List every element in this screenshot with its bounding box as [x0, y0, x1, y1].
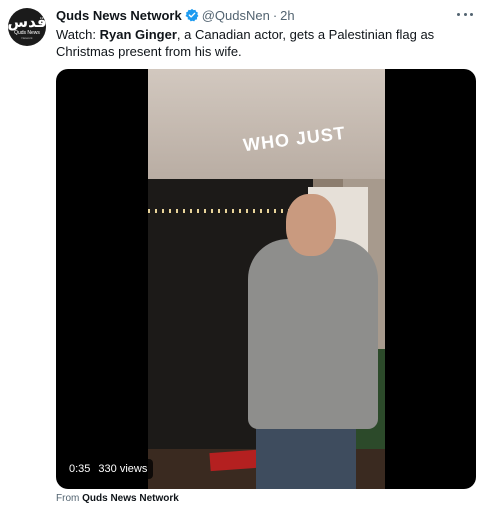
display-name[interactable]: Quds News Network [56, 8, 182, 23]
separator-dot: · [272, 7, 278, 23]
source-attribution: From Quds News Network [56, 493, 179, 504]
scene-ceiling [148, 69, 385, 179]
logo-sub: Network [21, 35, 33, 40]
video-duration: 0:35 [69, 463, 91, 475]
avatar[interactable]: قدس Quds News Network [8, 8, 46, 46]
source-prefix: From [56, 493, 83, 504]
source-name[interactable]: Quds News Network [82, 493, 179, 504]
video-stats-badge: 0:35 330 views [63, 459, 154, 479]
tweet-text-prefix: Watch: [56, 27, 100, 42]
video-frame: WHO JUST [148, 69, 385, 489]
logo-glyph: قدس [8, 12, 46, 31]
tweet-text: Watch: Ryan Ginger, a Canadian actor, ge… [56, 26, 476, 60]
timestamp[interactable]: 2h [280, 8, 294, 23]
tweet-text-bold-name: Ryan Ginger [99, 27, 177, 42]
more-options-icon[interactable] [457, 8, 473, 20]
verified-badge-icon [185, 8, 199, 22]
person-head [286, 194, 336, 256]
handle[interactable]: @QudsNen [202, 8, 270, 23]
video-player[interactable]: WHO JUST 0:35 330 views [56, 69, 476, 489]
video-views: 330 views [98, 463, 148, 475]
tweet-header: Quds News Network @QudsNen · 2h [56, 7, 295, 23]
tweet: قدس Quds News Network Quds News Network … [0, 0, 485, 508]
person-body [248, 239, 378, 429]
